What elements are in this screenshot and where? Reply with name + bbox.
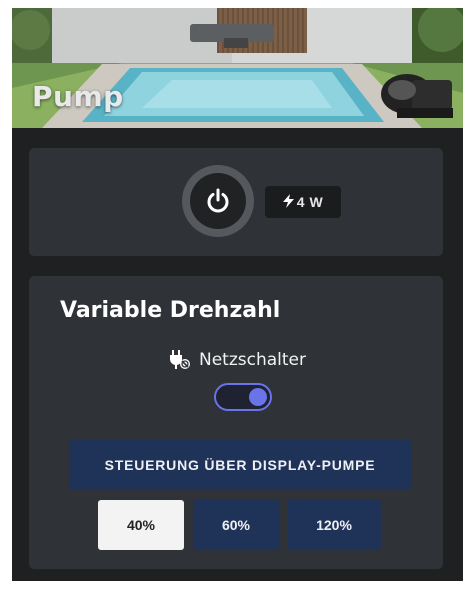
speed-option-120[interactable]: 120% — [287, 500, 381, 550]
power-icon — [207, 188, 229, 213]
power-card: 4 W — [29, 148, 443, 256]
header-image: Pump — [12, 8, 463, 128]
switch-label-text: Netzschalter — [199, 350, 306, 370]
power-switch-label: Netzschalter — [169, 350, 306, 370]
section-title: Variable Drehzahl — [60, 298, 281, 323]
display-pump-control-button[interactable]: STEUERUNG ÜBER DISPLAY-PUMPE — [69, 440, 411, 490]
bolt-icon — [282, 193, 294, 211]
page-title: Pump — [32, 80, 124, 113]
pump-panel: Pump 4 W Variable Drehzahl Netzschalter … — [12, 8, 463, 581]
speed-option-60[interactable]: 60% — [193, 500, 279, 550]
watt-value: 4 W — [296, 194, 324, 210]
speed-option-40[interactable]: 40% — [98, 500, 184, 550]
plug-icon — [169, 350, 191, 370]
toggle-knob — [249, 388, 267, 406]
variable-speed-card: Variable Drehzahl Netzschalter STEUERUNG… — [29, 276, 443, 569]
power-consumption-badge: 4 W — [265, 186, 341, 218]
power-button[interactable] — [182, 165, 254, 237]
power-switch-toggle[interactable] — [214, 383, 272, 411]
